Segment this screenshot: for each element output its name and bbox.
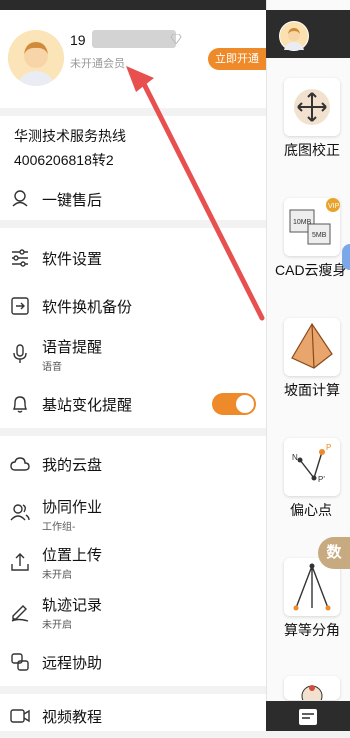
track-record-sub: 未开启 bbox=[42, 620, 72, 631]
base-station-alert-label: 基站变化提醒 bbox=[42, 397, 133, 414]
cloud-disk-label: 我的云盘 bbox=[42, 457, 103, 474]
tool-slope-calc[interactable] bbox=[284, 318, 340, 376]
open-membership-button[interactable]: 立即开通 bbox=[208, 48, 266, 70]
point-label-n: N bbox=[292, 453, 298, 462]
video-tutorial-item[interactable]: 视频教程 bbox=[0, 698, 266, 738]
voice-alert-label: 语音提醒 bbox=[42, 339, 103, 356]
backup-icon bbox=[11, 297, 29, 315]
bell-icon bbox=[12, 396, 28, 413]
cad-file-size-icon: 10MB 5MB VIP bbox=[289, 198, 340, 245]
tool-label: 算等分角 bbox=[284, 622, 340, 638]
right-panel-avatar[interactable] bbox=[279, 21, 309, 51]
tool-basemap-correction[interactable] bbox=[284, 78, 340, 136]
pen-track-icon bbox=[11, 605, 29, 622]
settings-section: 软件设置 软件换机备份 语音提醒 语音 基站变化提醒 bbox=[0, 228, 266, 428]
cad-size-a: 10MB bbox=[293, 219, 312, 226]
compass-icon bbox=[301, 685, 323, 707]
tool-label: 偏心点 bbox=[290, 502, 332, 518]
users-icon bbox=[10, 504, 30, 521]
divider bbox=[0, 686, 266, 694]
base-station-toggle[interactable] bbox=[212, 393, 256, 415]
voice-alert-sub: 语音 bbox=[42, 362, 62, 373]
cad-size-b: 5MB bbox=[312, 232, 327, 239]
right-panel-footer bbox=[266, 701, 350, 731]
phone-backup-item[interactable]: 软件换机备份 bbox=[0, 286, 266, 326]
user-avatar-icon bbox=[8, 30, 64, 86]
tool-next[interactable] bbox=[284, 676, 340, 707]
remote-assist-icon bbox=[11, 653, 29, 671]
video-tutorial-label: 视频教程 bbox=[42, 709, 103, 726]
vip-diamond-icon bbox=[170, 34, 182, 44]
remote-assist-label: 远程协助 bbox=[42, 655, 103, 672]
vip-badge: VIP bbox=[328, 203, 340, 210]
floating-tab[interactable]: 数 bbox=[318, 537, 350, 569]
location-upload-label: 位置上传 bbox=[42, 547, 103, 564]
software-settings-item[interactable]: 软件设置 bbox=[0, 238, 266, 278]
voice-alert-item[interactable]: 语音提醒 语音 bbox=[0, 334, 266, 374]
document-icon[interactable] bbox=[296, 707, 320, 727]
point-label-p-prime: P' bbox=[318, 475, 325, 484]
cloud-icon bbox=[10, 457, 30, 471]
hotline-number[interactable]: 4006206818转2 bbox=[14, 150, 114, 170]
collab-label: 协同作业 bbox=[42, 499, 103, 516]
panel-divider bbox=[266, 0, 267, 731]
video-section: 视频教程 bbox=[0, 694, 266, 731]
microphone-icon bbox=[13, 344, 27, 363]
pyramid-icon bbox=[291, 322, 333, 369]
collab-sub: 工作组- bbox=[42, 522, 76, 533]
after-sales-item[interactable]: 一键售后 bbox=[0, 178, 266, 218]
track-record-label: 轨迹记录 bbox=[42, 597, 103, 614]
location-upload-item[interactable]: 位置上传 未开启 bbox=[0, 542, 266, 582]
move-arrows-icon bbox=[294, 89, 330, 125]
base-station-alert-item: 基站变化提醒 bbox=[0, 384, 266, 424]
point-label-p: P bbox=[326, 443, 331, 452]
blurred-phone bbox=[92, 30, 176, 48]
upload-icon bbox=[11, 553, 29, 571]
cloud-disk-item[interactable]: 我的云盘 bbox=[0, 444, 266, 484]
track-record-item[interactable]: 轨迹记录 未开启 bbox=[0, 592, 266, 632]
tool-label: 底图校正 bbox=[284, 142, 340, 158]
after-sales-label: 一键售后 bbox=[42, 192, 103, 209]
vip-status: 未开通会员 bbox=[70, 58, 125, 70]
tool-label: 坡面计算 bbox=[284, 382, 340, 398]
user-phone: 19 bbox=[70, 32, 86, 48]
profile-header[interactable]: 19 未开通会员 立即开通 bbox=[0, 10, 266, 108]
remote-assist-item[interactable]: 远程协助 bbox=[0, 642, 266, 682]
location-upload-sub: 未开启 bbox=[42, 570, 72, 581]
software-settings-label: 软件设置 bbox=[42, 251, 103, 268]
toggle-knob bbox=[236, 395, 254, 413]
blue-edge-handle[interactable] bbox=[342, 244, 350, 270]
hotline-title: 华测技术服务热线 bbox=[14, 128, 126, 144]
sliders-icon bbox=[12, 249, 28, 267]
divider bbox=[0, 108, 266, 116]
eccentric-point-icon: N P P' bbox=[292, 443, 331, 484]
tool-eccentric-point[interactable]: N P P' bbox=[284, 438, 340, 496]
avatar[interactable] bbox=[8, 30, 64, 86]
cloud-section: 我的云盘 协同作业 工作组- 位置上传 未开启 轨迹记录 未开启 远程协助 bbox=[0, 436, 266, 686]
video-camera-icon bbox=[10, 709, 30, 723]
user-avatar-icon bbox=[284, 28, 304, 50]
hotline-section: 华测技术服务热线 4006206818转2 一键售后 bbox=[0, 116, 266, 220]
divider bbox=[0, 428, 266, 436]
phone-backup-label: 软件换机备份 bbox=[42, 299, 133, 316]
headset-icon bbox=[12, 190, 28, 207]
tool-cad-slim[interactable]: 10MB 5MB VIP bbox=[284, 198, 340, 256]
tool-label: CAD云瘦身 bbox=[275, 262, 347, 278]
collab-item[interactable]: 协同作业 工作组- bbox=[0, 492, 266, 533]
divider bbox=[0, 220, 266, 228]
